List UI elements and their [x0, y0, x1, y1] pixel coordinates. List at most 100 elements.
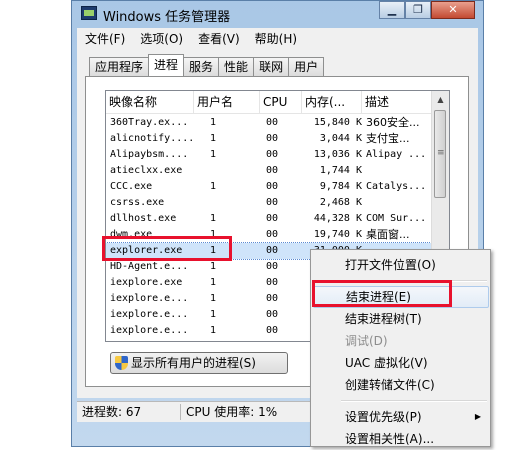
- image-name-cell: iexplore.e...: [110, 325, 189, 336]
- description-cell: [366, 195, 432, 211]
- memory-cell: 9,784 K: [319, 181, 362, 192]
- process-row[interactable]: atieclxx.exe 00 1,744 K: [106, 163, 433, 179]
- maximize-button[interactable]: ❐: [405, 1, 431, 19]
- image-name-cell: dwm.exe: [110, 229, 153, 240]
- column-cpu[interactable]: CPU: [260, 91, 302, 113]
- tab-users[interactable]: 用户: [288, 57, 325, 76]
- context-menu-item[interactable]: 设置优先级(P) ▶: [313, 406, 489, 428]
- user-name-cell: 1: [210, 261, 217, 272]
- image-name-cell: iexplore.e...: [110, 309, 189, 320]
- description-cell: 支付宝...: [366, 132, 410, 145]
- memory-cell: 13,036 K: [313, 149, 362, 160]
- image-name-cell: Alipaybsm....: [110, 149, 189, 160]
- process-row[interactable]: Alipaybsm.... 1 00 13,036 K Alipay ...: [106, 147, 433, 163]
- user-name-cell: [210, 163, 230, 179]
- cpu-cell: 00: [266, 277, 279, 288]
- scrollbar-grip-icon: ≡: [437, 148, 445, 158]
- context-menu-item[interactable]: UAC 虚拟化(V): [313, 352, 489, 374]
- menu-view[interactable]: 查看(V): [190, 30, 247, 47]
- user-name-cell: 1: [210, 117, 217, 128]
- tab-applications[interactable]: 应用程序: [89, 57, 150, 76]
- user-name-cell: [210, 195, 230, 211]
- scroll-up-arrow-icon[interactable]: ▲: [432, 91, 449, 108]
- process-row[interactable]: dllhost.exe 1 00 44,328 K COM Sur...: [106, 211, 433, 227]
- menu-separator: [341, 280, 487, 282]
- column-image-name[interactable]: 映像名称: [106, 91, 194, 113]
- user-name-cell: 1: [210, 213, 217, 224]
- context-menu-item-label: 设置优先级(P): [345, 410, 422, 424]
- process-context-menu: 打开文件位置(O) 结束进程(E) 结束进程树(T) 调试(D) UAC 虚拟化(V) 创…: [310, 249, 491, 447]
- image-name-cell: explorer.exe: [110, 245, 183, 256]
- memory-cell: 19,740 K: [313, 229, 362, 240]
- close-button[interactable]: ✕: [431, 1, 475, 19]
- tab-networking[interactable]: 联网: [253, 57, 290, 76]
- scrollbar-thumb[interactable]: ≡: [434, 110, 446, 198]
- context-menu-item[interactable]: 结束进程(E): [313, 286, 489, 308]
- context-menu-item-label: 调试(D): [345, 334, 388, 348]
- cpu-cell: 00: [266, 293, 279, 304]
- context-menu-item[interactable]: 结束进程树(T): [313, 308, 489, 330]
- minimize-button[interactable]: ▁: [379, 1, 405, 19]
- tab-processes[interactable]: 进程: [148, 54, 185, 76]
- context-menu-item[interactable]: 打开文件位置(O): [313, 254, 489, 276]
- cpu-cell: 00: [266, 133, 279, 144]
- process-row[interactable]: CCC.exe 1 00 9,784 K Catalys...: [106, 179, 433, 195]
- user-name-cell: 1: [210, 277, 217, 288]
- image-name-cell: alicnotify....: [110, 133, 195, 144]
- menu-separator: [341, 400, 487, 402]
- description-cell: 桌面窗...: [366, 228, 410, 241]
- column-user-name[interactable]: 用户名: [194, 91, 260, 113]
- context-menu-item-label: UAC 虚拟化(V): [345, 356, 428, 370]
- menu-options[interactable]: 选项(O): [132, 30, 190, 47]
- memory-cell: 44,328 K: [313, 213, 362, 224]
- cpu-cell: 00: [266, 325, 279, 336]
- cpu-cell: 00: [266, 245, 279, 256]
- user-name-cell: 1: [210, 245, 217, 256]
- tab-services[interactable]: 服务: [183, 57, 220, 76]
- process-list-header: 映像名称 用户名 CPU 内存(... 描述: [106, 91, 433, 114]
- description-cell: Alipay ...: [366, 149, 427, 160]
- user-name-cell: 1: [210, 309, 217, 320]
- cpu-cell: 00: [266, 261, 279, 272]
- user-name-cell: 1: [210, 229, 217, 240]
- cpu-cell: 00: [266, 309, 279, 320]
- memory-cell: 15,840 K: [313, 117, 362, 128]
- user-name-cell: 1: [210, 133, 217, 144]
- process-row[interactable]: 360Tray.ex... 1 00 15,840 K 360安全...: [106, 115, 433, 131]
- image-name-cell: HD-Agent.e...: [110, 261, 189, 272]
- description-cell: COM Sur...: [366, 213, 427, 224]
- context-menu-item[interactable]: 创建转储文件(C): [313, 374, 489, 396]
- menu-help[interactable]: 帮助(H): [247, 30, 304, 47]
- cpu-cell: 00: [266, 213, 279, 224]
- cpu-cell: 00: [266, 117, 279, 128]
- column-memory[interactable]: 内存(...: [302, 91, 362, 113]
- cpu-usage-status: CPU 使用率: 1%: [186, 405, 278, 419]
- tab-strip: 应用程序 进程 服务 性能 联网 用户: [89, 54, 325, 76]
- cpu-cell: 00: [266, 149, 279, 160]
- user-name-cell: 1: [210, 149, 217, 160]
- description-cell: [366, 163, 432, 179]
- column-description[interactable]: 描述: [362, 91, 433, 113]
- title-bar[interactable]: Windows 任务管理器 ▁ ❐ ✕: [72, 1, 483, 27]
- memory-cell: 1,744 K: [319, 165, 362, 176]
- process-row[interactable]: csrss.exe 00 2,468 K: [106, 195, 433, 211]
- image-name-cell: csrss.exe: [110, 197, 165, 208]
- tab-performance[interactable]: 性能: [218, 57, 255, 76]
- process-row[interactable]: dwm.exe 1 00 19,740 K 桌面窗...: [106, 227, 433, 243]
- context-menu-item-label: 打开文件位置(O): [345, 258, 436, 272]
- description-cell: 360安全...: [366, 116, 420, 129]
- user-name-cell: 1: [210, 325, 217, 336]
- menu-file[interactable]: 文件(F): [77, 30, 132, 47]
- description-cell: Catalys...: [366, 181, 427, 192]
- memory-cell: 2,468 K: [319, 197, 362, 208]
- show-all-users-processes-button[interactable]: 显示所有用户的进程(S): [110, 352, 288, 374]
- caption-buttons: ▁ ❐ ✕: [379, 1, 475, 21]
- cpu-cell: 00: [266, 165, 279, 176]
- process-count-status: 进程数: 67: [77, 404, 181, 420]
- menu-bar: 文件(F) 选项(O) 查看(V) 帮助(H): [77, 28, 478, 48]
- image-name-cell: 360Tray.ex...: [110, 117, 189, 128]
- context-menu-item-label: 结束进程树(T): [345, 312, 422, 326]
- memory-cell: 3,044 K: [319, 133, 362, 144]
- process-row[interactable]: alicnotify.... 1 00 3,044 K 支付宝...: [106, 131, 433, 147]
- image-name-cell: dllhost.exe: [110, 213, 177, 224]
